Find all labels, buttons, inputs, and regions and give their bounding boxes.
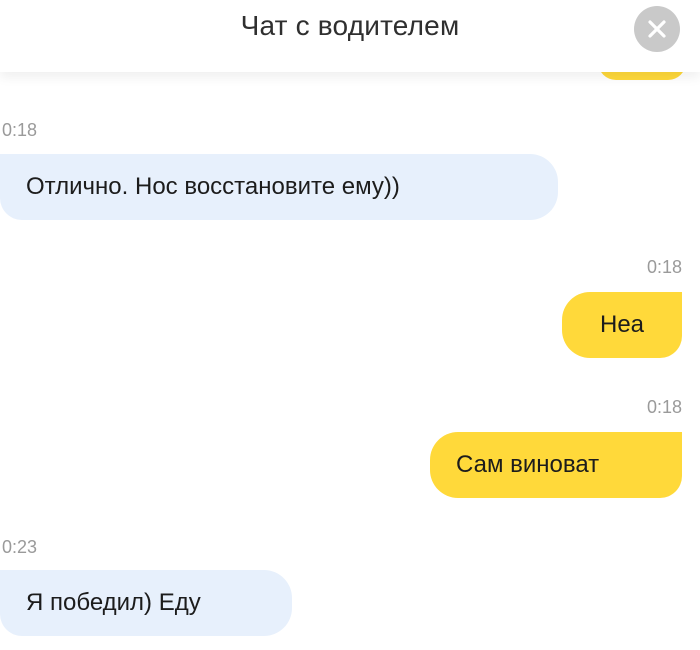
message-timestamp: 0:18: [646, 397, 682, 417]
message-text: Я победил) Еду: [26, 589, 201, 616]
incoming-message: Отлично. Нос восстановите ему)): [0, 154, 558, 220]
incoming-message: Я победил) Еду: [0, 570, 292, 636]
close-icon: [648, 20, 666, 38]
message-text: Сам виноват: [456, 451, 600, 478]
message-text: Отлично. Нос восстановите ему)): [26, 173, 400, 200]
message-timestamp: 0:23: [2, 537, 38, 557]
message-timestamp: 0:18: [646, 257, 682, 277]
close-button[interactable]: [634, 6, 680, 52]
outgoing-message: Неа: [562, 292, 682, 358]
outgoing-message: Сам виноват: [430, 432, 682, 498]
chat-header: Чат с водителем: [0, 0, 700, 72]
message-timestamp: 0:18: [2, 120, 38, 140]
page-title: Чат с водителем: [240, 10, 460, 41]
message-text: Неа: [599, 311, 645, 338]
